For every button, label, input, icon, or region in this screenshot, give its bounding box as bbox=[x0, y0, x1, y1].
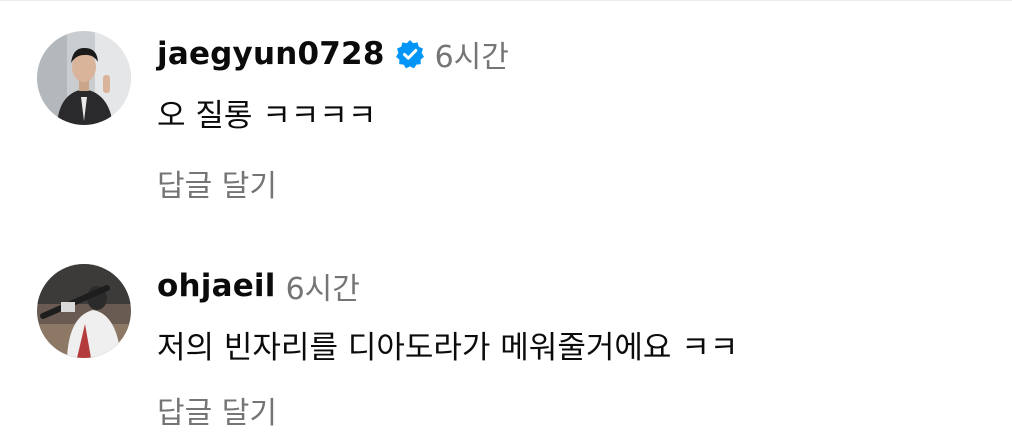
comment-header: jaegyun0728 6시간 bbox=[157, 34, 509, 75]
top-divider bbox=[0, 0, 1012, 1]
timestamp: 6시간 bbox=[434, 40, 509, 75]
reply-button[interactable]: 답글 달기 bbox=[157, 388, 277, 432]
comment-text: 오 질롱 ㅋㅋㅋㅋ bbox=[157, 98, 377, 134]
avatar[interactable] bbox=[37, 264, 131, 358]
profile-photo-icon bbox=[37, 31, 131, 125]
username[interactable]: jaegyun0728 bbox=[157, 36, 385, 72]
avatar[interactable] bbox=[37, 31, 131, 125]
comment-header: ohjaeil 6시간 bbox=[157, 266, 360, 307]
username[interactable]: ohjaeil bbox=[157, 268, 276, 304]
profile-photo-icon bbox=[37, 264, 131, 358]
reply-button[interactable]: 답글 달기 bbox=[157, 161, 277, 205]
timestamp: 6시간 bbox=[285, 272, 360, 307]
verified-badge-icon bbox=[395, 39, 425, 69]
comment-text: 저의 빈자리를 디아도라가 메워줄거에요 ㅋㅋ bbox=[157, 330, 739, 366]
